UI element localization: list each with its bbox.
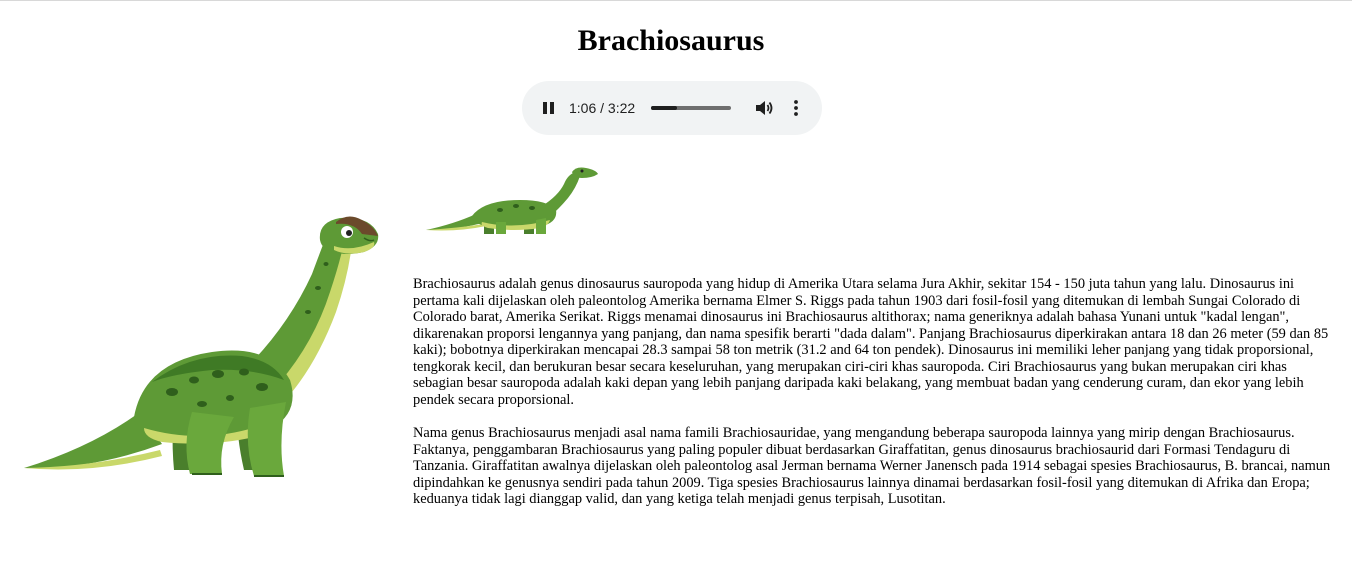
brachiosaurus-image-large (24, 216, 379, 477)
pause-button[interactable] (538, 96, 560, 120)
seek-progress (651, 106, 678, 110)
article-paragraph-2: Nama genus Brachiosaurus menjadi asal na… (413, 425, 1331, 507)
brachiosaurus-image-small (426, 167, 598, 234)
audio-seek-slider[interactable] (651, 98, 731, 118)
more-vertical-icon (794, 100, 798, 116)
article-body: Brachiosaurus adalah genus dinosaurus sa… (413, 276, 1333, 525)
article-paragraph-1: Brachiosaurus adalah genus dinosaurus sa… (413, 276, 1329, 408)
volume-button[interactable] (754, 97, 774, 119)
page-title: Brachiosaurus (577, 24, 765, 57)
more-options-button[interactable] (788, 97, 804, 119)
audio-time-display: 1:06 / 3:22 (569, 100, 636, 116)
top-border (0, 0, 1352, 1)
volume-icon (756, 101, 773, 115)
pause-icon (543, 102, 554, 114)
